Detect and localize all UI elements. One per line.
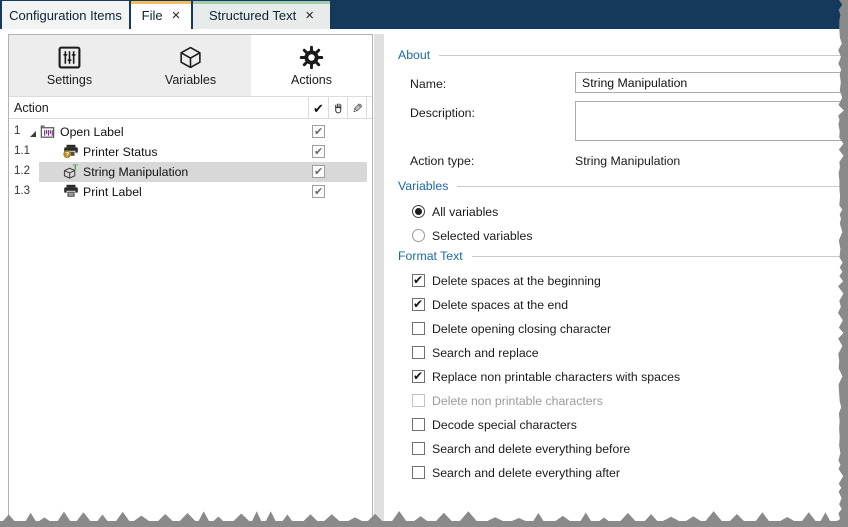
window-tab-structured-text[interactable]: Structured Text × <box>193 1 330 29</box>
printer-icon <box>63 184 80 200</box>
window-tab-label: Structured Text <box>209 8 296 23</box>
format-text-section-header: Format Text <box>398 248 848 264</box>
action-type-value: String Manipulation <box>575 154 680 168</box>
checkbox-row-search-and-replace[interactable]: Search and replace <box>412 346 539 360</box>
action-enabled-checkbox[interactable] <box>312 185 325 198</box>
window-tab-label: Configuration Items <box>9 8 122 23</box>
checkbox-row-replace-non-printable-characters-with-spaces[interactable]: Replace non printable characters with sp… <box>412 370 680 384</box>
checkbox[interactable] <box>412 346 425 359</box>
row-number: 1.1 <box>14 145 30 157</box>
checkbox-row-delete-opening-closing-character[interactable]: Delete opening closing character <box>412 322 611 336</box>
action-row-print-label[interactable]: 1.3 Print Label <box>9 182 367 202</box>
row-number: 1.2 <box>14 165 30 177</box>
variables-section-header: Variables <box>398 178 848 194</box>
checkbox-row-delete-non-printable-characters[interactable]: Delete non printable characters <box>412 394 603 408</box>
checkbox-label: Delete spaces at the beginning <box>432 274 601 288</box>
cube-icon <box>178 44 203 70</box>
action-enabled-checkbox[interactable] <box>312 165 325 178</box>
panel-tab-strip: Settings Variables Actions <box>9 35 372 96</box>
tab-accent-bar <box>193 1 330 4</box>
about-section-title: About <box>398 48 430 62</box>
checkbox[interactable] <box>412 274 425 287</box>
checkbox-row-decode-special-characters[interactable]: Decode special characters <box>412 418 577 432</box>
row-number: 1 <box>14 125 20 137</box>
enabled-check-icon[interactable]: ✔ <box>309 99 328 118</box>
about-section-header: About <box>398 47 848 63</box>
action-row-label: String Manipulation <box>83 165 188 179</box>
window-tab-file[interactable]: File × <box>131 1 191 29</box>
panel-tab-label: Settings <box>47 73 92 87</box>
action-row-string-manipulation[interactable]: 1.2 T String Manipulation <box>9 162 367 182</box>
checkbox-row-delete-spaces-at-the-beginning[interactable]: Delete spaces at the beginning <box>412 274 601 288</box>
radio-button[interactable] <box>412 229 425 242</box>
description-input[interactable] <box>575 101 848 141</box>
checkbox-label: Delete non printable characters <box>432 394 603 408</box>
action-enabled-checkbox[interactable] <box>312 125 325 138</box>
radio-label: Selected variables <box>432 229 532 243</box>
tab-settings[interactable]: Settings <box>9 35 130 96</box>
name-input[interactable] <box>575 72 848 93</box>
checkbox-label: Delete opening closing character <box>432 322 611 336</box>
checkbox[interactable] <box>412 466 425 479</box>
action-editor-panel: Settings Variables Actions Action ✔ ✎ 1 Ope… <box>8 34 373 526</box>
name-label: Name: <box>410 77 446 91</box>
checkbox-label: Decode special characters <box>432 418 577 432</box>
checkbox-row-search-and-delete-everything-before[interactable]: Search and delete everything before <box>412 442 630 456</box>
description-label: Description: <box>410 106 475 120</box>
action-row-open-label[interactable]: 1 Open Label <box>9 122 367 142</box>
tab-accent-bar <box>131 1 191 4</box>
row-number: 1.3 <box>14 185 30 197</box>
expander-icon[interactable] <box>30 131 36 137</box>
sliders-icon <box>57 44 82 70</box>
action-row-label: Printer Status <box>83 145 158 159</box>
checkbox[interactable] <box>412 298 425 311</box>
checkbox[interactable] <box>412 322 425 335</box>
action-type-label: Action type: <box>410 154 474 168</box>
action-row-label: Print Label <box>83 185 142 199</box>
checkbox-row-delete-spaces-at-the-end[interactable]: Delete spaces at the end <box>412 298 568 312</box>
action-properties-panel: About Name: Description: Action type: St… <box>385 34 848 526</box>
radio-button[interactable] <box>412 205 425 218</box>
tab-actions[interactable]: Actions <box>251 35 372 96</box>
checkbox[interactable] <box>412 418 425 431</box>
window-tab-configuration-items[interactable]: Configuration Items <box>2 1 129 29</box>
string-manipulation-icon: T <box>63 164 80 180</box>
action-enabled-checkbox[interactable] <box>312 145 325 158</box>
variables-section-title: Variables <box>398 179 448 193</box>
format-text-section-title: Format Text <box>398 249 463 263</box>
action-row-label: Open Label <box>60 125 124 139</box>
hand-icon[interactable] <box>329 99 348 118</box>
checkbox <box>412 394 425 407</box>
action-tree: 1 Open Label 1.1? Printer Status 1.2 T String … <box>9 120 372 525</box>
checkbox-label: Search and replace <box>432 346 539 360</box>
radio-row-selected-variables[interactable]: Selected variables <box>412 229 532 243</box>
printer-status-icon: ? <box>63 144 80 160</box>
panel-tab-label: Variables <box>165 73 216 87</box>
action-column-title: Action <box>14 101 49 115</box>
window-tab-label: File <box>142 8 163 23</box>
action-row-printer-status[interactable]: 1.1? Printer Status <box>9 142 367 162</box>
gear-icon <box>299 44 324 70</box>
checkbox-row-search-and-delete-everything-after[interactable]: Search and delete everything after <box>412 466 620 480</box>
close-icon[interactable]: × <box>305 9 314 22</box>
checkbox-label: Replace non printable characters with sp… <box>432 370 680 384</box>
checkbox-label: Search and delete everything after <box>432 466 620 480</box>
svg-text:T: T <box>73 164 78 172</box>
svg-text:?: ? <box>65 152 69 159</box>
checkbox[interactable] <box>412 370 425 383</box>
panel-tab-label: Actions <box>291 73 332 87</box>
checkbox-label: Search and delete everything before <box>432 442 630 456</box>
label-document-icon <box>39 124 56 140</box>
panel-divider[interactable] <box>374 34 384 526</box>
checkbox[interactable] <box>412 442 425 455</box>
checkbox-label: Delete spaces at the end <box>432 298 568 312</box>
close-icon[interactable]: × <box>172 9 181 22</box>
tab-variables[interactable]: Variables <box>130 35 251 96</box>
window-tab-bar: Configuration Items File × Structured Text × <box>0 0 848 29</box>
radio-row-all-variables[interactable]: All variables <box>412 205 498 219</box>
pencil-icon[interactable]: ✎ <box>348 99 367 118</box>
radio-label: All variables <box>432 205 498 219</box>
action-list-header: Action ✔ ✎ <box>9 96 372 119</box>
